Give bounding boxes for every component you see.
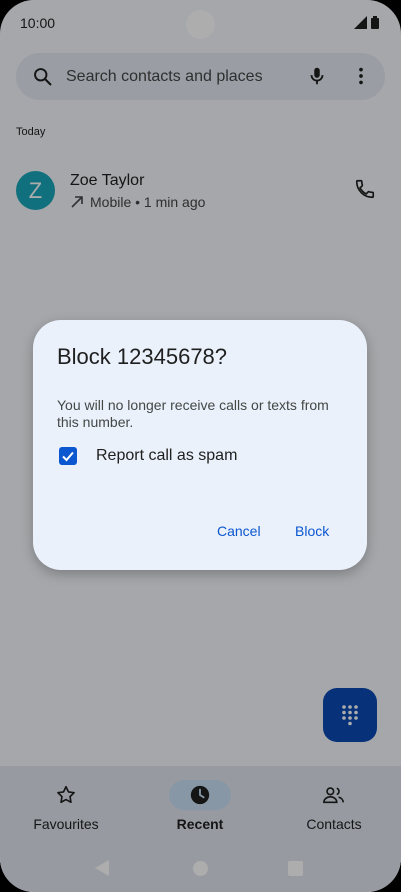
phone-screen: 10:00 Search contacts and places Today Z… [0, 0, 401, 892]
check-icon [62, 451, 74, 462]
block-button[interactable]: Block [295, 523, 329, 539]
dialog-body: You will no longer receive calls or text… [57, 397, 329, 430]
report-spam-option[interactable]: Report call as spam [59, 447, 237, 465]
dialog-title: Block 12345678? [57, 344, 228, 369]
report-spam-label: Report call as spam [96, 447, 238, 464]
block-number-dialog: Block 12345678? You will no longer recei… [33, 320, 367, 570]
report-spam-checkbox[interactable] [59, 447, 77, 465]
cancel-button[interactable]: Cancel [217, 523, 261, 539]
